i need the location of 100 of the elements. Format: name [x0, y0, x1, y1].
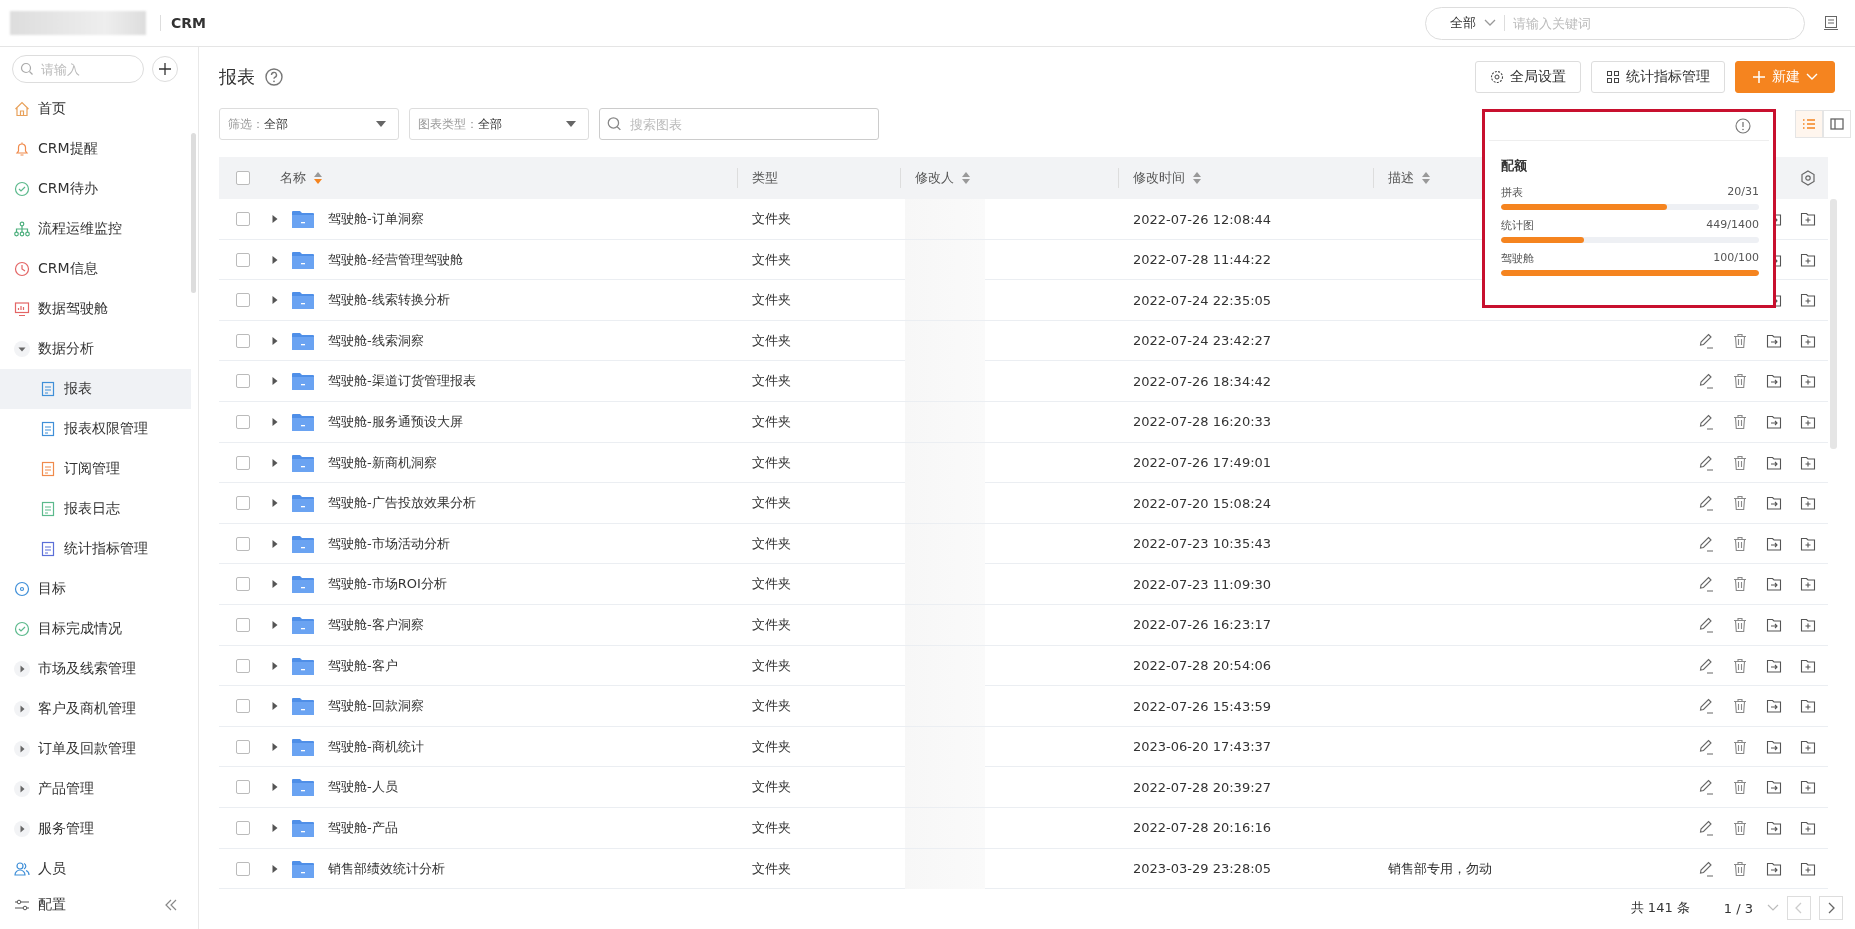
edit-icon[interactable]	[1698, 698, 1714, 715]
column-header[interactable]: 类型	[752, 169, 778, 187]
sidebar-item[interactable]: 人员	[0, 849, 191, 889]
sidebar-subitem[interactable]: 订阅管理	[0, 449, 191, 489]
scrollbar[interactable]	[191, 133, 196, 293]
delete-icon[interactable]	[1732, 332, 1748, 349]
row-checkbox[interactable]	[235, 739, 250, 754]
row-checkbox[interactable]	[235, 861, 250, 876]
sidebar-group[interactable]: 服务管理	[0, 809, 191, 849]
expand-caret-icon[interactable]	[270, 741, 280, 752]
report-name[interactable]: 驾驶舱-回款洞察	[328, 697, 424, 716]
report-name[interactable]: 驾驶舱-广告投放效果分析	[328, 494, 476, 513]
folder-add-icon[interactable]	[1800, 657, 1816, 674]
folder-move-icon[interactable]	[1766, 332, 1782, 349]
expand-caret-icon[interactable]	[270, 660, 280, 671]
row-checkbox[interactable]	[235, 496, 250, 511]
row-checkbox[interactable]	[235, 374, 250, 389]
delete-icon[interactable]	[1732, 860, 1748, 877]
delete-icon[interactable]	[1732, 779, 1748, 796]
report-name[interactable]: 驾驶舱-客户	[328, 656, 398, 675]
expand-caret-icon[interactable]	[270, 214, 280, 224]
sidebar-item[interactable]: 目标完成情况	[0, 609, 191, 649]
folder-move-icon[interactable]	[1766, 819, 1782, 836]
sidebar-group[interactable]: 产品管理	[0, 769, 191, 809]
folder-add-icon[interactable]	[1800, 454, 1816, 471]
expand-caret-icon[interactable]	[270, 295, 280, 306]
info-icon[interactable]	[1735, 118, 1751, 134]
sort-icon[interactable]	[1193, 172, 1201, 184]
add-button[interactable]	[152, 56, 178, 82]
folder-move-icon[interactable]	[1766, 616, 1782, 633]
toolbar-button[interactable]: 统计指标管理	[1591, 61, 1725, 93]
chart-search-field[interactable]: 搜索图表	[599, 108, 879, 140]
row-checkbox[interactable]	[235, 252, 250, 267]
edit-icon[interactable]	[1698, 495, 1714, 512]
expand-caret-icon[interactable]	[270, 254, 280, 265]
folder-move-icon[interactable]	[1766, 657, 1782, 674]
sidebar-subitem[interactable]: 统计指标管理	[0, 529, 191, 569]
folder-move-icon[interactable]	[1766, 495, 1782, 512]
folder-move-icon[interactable]	[1766, 738, 1782, 755]
folder-add-icon[interactable]	[1800, 576, 1816, 593]
scope-dropdown[interactable]: 全部	[1450, 14, 1496, 32]
row-checkbox[interactable]	[235, 577, 250, 592]
delete-icon[interactable]	[1732, 576, 1748, 593]
report-name[interactable]: 驾驶舱-产品	[328, 818, 398, 837]
sidebar-item[interactable]: CRM信息	[0, 249, 191, 289]
row-checkbox[interactable]	[235, 414, 250, 429]
expand-caret-icon[interactable]	[270, 376, 280, 387]
sidebar-group[interactable]: 市场及线索管理	[0, 649, 191, 689]
edit-icon[interactable]	[1698, 576, 1714, 593]
edit-icon[interactable]	[1698, 413, 1714, 430]
folder-move-icon[interactable]	[1766, 698, 1782, 715]
sidebar-item[interactable]: 首页	[0, 89, 191, 129]
sidebar-item[interactable]: CRM待办	[0, 169, 191, 209]
expand-caret-icon[interactable]	[270, 822, 280, 833]
help-icon[interactable]	[265, 68, 283, 86]
folder-add-icon[interactable]	[1800, 616, 1816, 633]
report-name[interactable]: 驾驶舱-新商机洞察	[328, 453, 437, 472]
sidebar-subitem[interactable]: 报表	[0, 369, 191, 409]
sidebar-search-field[interactable]: 请输入	[12, 55, 144, 83]
row-checkbox[interactable]	[235, 699, 250, 714]
report-name[interactable]: 销售部绩效统计分析	[328, 859, 445, 878]
folder-move-icon[interactable]	[1766, 779, 1782, 796]
edit-icon[interactable]	[1698, 860, 1714, 877]
expand-caret-icon[interactable]	[270, 619, 280, 630]
row-checkbox[interactable]	[235, 536, 250, 551]
report-name[interactable]: 驾驶舱-订单洞察	[328, 210, 424, 228]
report-name[interactable]: 驾驶舱-客户洞察	[328, 615, 424, 634]
folder-move-icon[interactable]	[1766, 860, 1782, 877]
folder-add-icon[interactable]	[1800, 819, 1816, 836]
edit-icon[interactable]	[1698, 616, 1714, 633]
expand-caret-icon[interactable]	[270, 863, 280, 874]
delete-icon[interactable]	[1732, 535, 1748, 552]
sidebar-item[interactable]: 流程运维监控	[0, 209, 191, 249]
folder-add-icon[interactable]	[1800, 779, 1816, 796]
column-header[interactable]: 修改人	[915, 169, 954, 187]
folder-add-icon[interactable]	[1800, 535, 1816, 552]
folder-move-icon[interactable]	[1766, 535, 1782, 552]
column-header[interactable]: 名称	[280, 169, 306, 187]
folder-move-icon[interactable]	[1766, 454, 1782, 471]
toolbar-button[interactable]: 全局设置	[1475, 61, 1581, 93]
expand-caret-icon[interactable]	[270, 579, 280, 590]
sidebar-group[interactable]: 订单及回款管理	[0, 729, 191, 769]
report-name[interactable]: 驾驶舱-市场活动分析	[328, 534, 450, 553]
scrollbar[interactable]	[1830, 199, 1837, 449]
settings-menu-item[interactable]: 配置	[38, 896, 66, 914]
folder-move-icon[interactable]	[1766, 576, 1782, 593]
edit-icon[interactable]	[1698, 454, 1714, 471]
column-header[interactable]: 修改时间	[1133, 169, 1185, 187]
row-checkbox[interactable]	[235, 455, 250, 470]
delete-icon[interactable]	[1732, 738, 1748, 755]
delete-icon[interactable]	[1732, 819, 1748, 836]
row-checkbox[interactable]	[235, 820, 250, 835]
sidebar-item[interactable]: CRM提醒	[0, 129, 191, 169]
row-checkbox[interactable]	[235, 212, 250, 226]
sort-icon[interactable]	[314, 172, 322, 184]
sidebar-subitem[interactable]: 报表权限管理	[0, 409, 191, 449]
folder-add-icon[interactable]	[1800, 738, 1816, 755]
edit-icon[interactable]	[1698, 332, 1714, 349]
folder-add-icon[interactable]	[1800, 251, 1816, 268]
report-name[interactable]: 驾驶舱-市场ROI分析	[328, 575, 447, 594]
